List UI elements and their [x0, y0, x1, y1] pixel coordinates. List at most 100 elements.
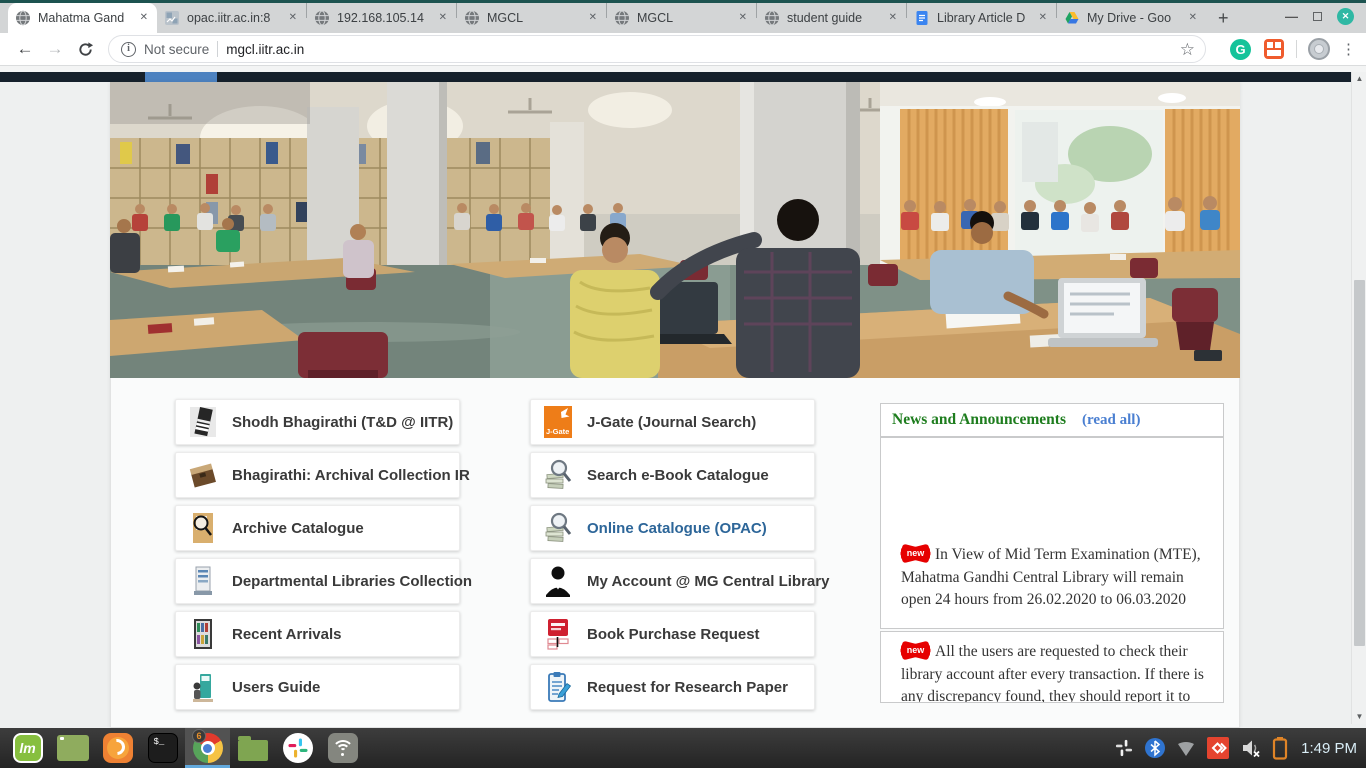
info-icon[interactable]: i	[121, 42, 136, 57]
browser-menu-icon[interactable]: ⋮	[1341, 42, 1356, 57]
url-text[interactable]: mgcl.iitr.ac.in	[226, 42, 304, 57]
tab-close-icon[interactable]: ✕	[287, 12, 299, 24]
site-navbar-active-item[interactable]	[145, 72, 217, 82]
extension-icon[interactable]	[1264, 39, 1284, 59]
omnibox-separator	[217, 41, 218, 57]
news-item-text: newAll the users are requested to check …	[901, 641, 1207, 703]
back-button[interactable]: ←	[10, 39, 40, 59]
scroll-up-icon[interactable]: ▲	[1352, 72, 1366, 86]
news-item-text: newIn View of Mid Term Examination (MTE)…	[901, 544, 1207, 612]
quick-link-jgate[interactable]: J-Gate J-Gate (Journal Search)	[530, 399, 815, 445]
tab-close-icon[interactable]: ✕	[138, 12, 150, 24]
anydesk-icon[interactable]	[1206, 736, 1230, 760]
show-desktop-button[interactable]	[50, 728, 95, 768]
quick-link-book-purchase-request[interactable]: Book Purchase Request	[530, 611, 815, 657]
tab-title: Library Article D	[937, 11, 1030, 25]
tab-close-icon[interactable]: ✕	[1187, 12, 1199, 24]
globe-favicon	[15, 10, 31, 26]
quick-link-search-ebook-catalogue[interactable]: Search e-Book Catalogue	[530, 452, 815, 498]
gdocs-favicon	[914, 10, 930, 26]
quick-link-my-account[interactable]: My Account @ MG Central Library	[530, 558, 815, 604]
wifi-icon	[328, 733, 358, 763]
tray-slack-icon[interactable]	[1113, 737, 1135, 759]
tab-mgcl-2[interactable]: MGCL ✕	[607, 3, 756, 33]
new-badge-icon: new	[901, 644, 930, 657]
page-scrollbar[interactable]: ▲ ▼	[1351, 72, 1366, 724]
clipboard-pencil-icon	[544, 669, 572, 705]
tab-close-icon[interactable]: ✕	[887, 12, 899, 24]
tab-strip: Mahatma Gand ✕ opac.iitr.ac.in:8 ✕ 192.1…	[0, 3, 1366, 33]
quick-link-departmental-libraries[interactable]: Departmental Libraries Collection	[175, 558, 460, 604]
globe-favicon	[464, 10, 480, 26]
quick-link-label: Online Catalogue (OPAC)	[587, 520, 767, 537]
site-navbar[interactable]	[0, 72, 1366, 82]
file-manager-launcher[interactable]	[230, 728, 275, 768]
tab-library-article[interactable]: Library Article D ✕	[907, 3, 1056, 33]
screen: Mahatma Gand ✕ opac.iitr.ac.in:8 ✕ 192.1…	[0, 0, 1366, 768]
taskbar-clock[interactable]: 1:49 PM	[1301, 740, 1357, 757]
address-bar[interactable]: i Not secure mgcl.iitr.ac.in ☆	[108, 35, 1206, 63]
user-silhouette-icon	[544, 563, 572, 599]
bookmark-star-icon[interactable]: ☆	[1180, 41, 1195, 58]
quick-link-label: My Account @ MG Central Library	[587, 573, 829, 590]
thesis-book-icon	[189, 404, 217, 440]
reload-button[interactable]	[70, 41, 100, 58]
toolbar-separator	[1296, 40, 1297, 58]
quick-link-label: Recent Arrivals	[232, 626, 342, 643]
quick-link-online-catalogue-opac[interactable]: Online Catalogue (OPAC)	[530, 505, 815, 551]
volume-muted-icon[interactable]	[1239, 736, 1263, 760]
profile-avatar[interactable]	[1308, 38, 1330, 60]
close-icon[interactable]: ✕	[1337, 8, 1354, 25]
tab-my-drive[interactable]: My Drive - Goo ✕	[1057, 3, 1206, 33]
tab-mgcl-1[interactable]: MGCL ✕	[457, 3, 606, 33]
quick-link-request-research-paper[interactable]: Request for Research Paper	[530, 664, 815, 710]
battery-icon[interactable]	[1272, 736, 1288, 760]
slack-launcher[interactable]	[275, 728, 320, 768]
firefox-launcher[interactable]	[95, 728, 140, 768]
terminal-launcher[interactable]: $_	[140, 728, 185, 768]
minimize-icon[interactable]: —	[1285, 13, 1298, 21]
quick-link-users-guide[interactable]: Users Guide	[175, 664, 460, 710]
scroll-down-icon[interactable]: ▼	[1352, 710, 1366, 724]
quick-link-bhagirathi-archival[interactable]: Bhagirathi: Archival Collection IR	[175, 452, 460, 498]
chrome-taskbar-button[interactable]: 6	[185, 728, 230, 768]
slack-icon	[283, 733, 313, 763]
forward-button[interactable]: →	[40, 39, 70, 59]
mint-menu-button[interactable]: lm	[5, 728, 50, 768]
terminal-icon: $_	[148, 733, 178, 763]
restore-icon[interactable]	[1313, 12, 1322, 21]
network-signal-icon[interactable]	[1175, 737, 1197, 759]
jgate-icon: J-Gate	[544, 404, 572, 440]
taskbar: lm $_ 6 1:49 PM	[0, 728, 1366, 768]
scrollbar-thumb[interactable]	[1354, 280, 1365, 646]
tab-student-guide[interactable]: student guide ✕	[757, 3, 906, 33]
library-photo-illustration	[110, 82, 1240, 378]
tab-close-icon[interactable]: ✕	[1037, 12, 1049, 24]
quick-link-shodh-bhagirathi[interactable]: Shodh Bhagirathi (T&D @ IITR)	[175, 399, 460, 445]
quick-link-label: Request for Research Paper	[587, 679, 788, 696]
new-tab-button[interactable]: +	[1218, 9, 1229, 27]
tab-opac[interactable]: opac.iitr.ac.in:8 ✕	[157, 3, 306, 33]
grammarly-extension-icon[interactable]: G	[1230, 39, 1251, 60]
quick-link-label: J-Gate (Journal Search)	[587, 414, 756, 431]
globe-favicon	[314, 10, 330, 26]
tab-close-icon[interactable]: ✕	[737, 12, 749, 24]
archive-search-icon	[189, 510, 217, 546]
news-item[interactable]: newIn View of Mid Term Examination (MTE)…	[880, 437, 1224, 629]
tab-ip-address[interactable]: 192.168.105.14 ✕	[307, 3, 456, 33]
quick-link-archive-catalogue[interactable]: Archive Catalogue	[175, 505, 460, 551]
mint-logo-icon: lm	[13, 733, 43, 763]
tab-mahatma-gandhi-library[interactable]: Mahatma Gand ✕	[8, 3, 157, 33]
quick-link-label: Book Purchase Request	[587, 626, 760, 643]
quick-link-recent-arrivals[interactable]: Recent Arrivals	[175, 611, 460, 657]
wifi-settings-launcher[interactable]	[320, 728, 365, 768]
quick-link-label: Shodh Bhagirathi (T&D @ IITR)	[232, 414, 453, 431]
chrome-window-count-badge: 6	[192, 729, 206, 743]
library-hero-photo	[110, 82, 1240, 378]
taskbar-launchers: lm $_ 6	[0, 728, 365, 768]
bluetooth-icon[interactable]	[1144, 737, 1166, 759]
tab-close-icon[interactable]: ✕	[437, 12, 449, 24]
news-read-all-link[interactable]: (read all)	[1082, 412, 1140, 429]
news-item[interactable]: newAll the users are requested to check …	[880, 631, 1224, 703]
tab-close-icon[interactable]: ✕	[587, 12, 599, 24]
